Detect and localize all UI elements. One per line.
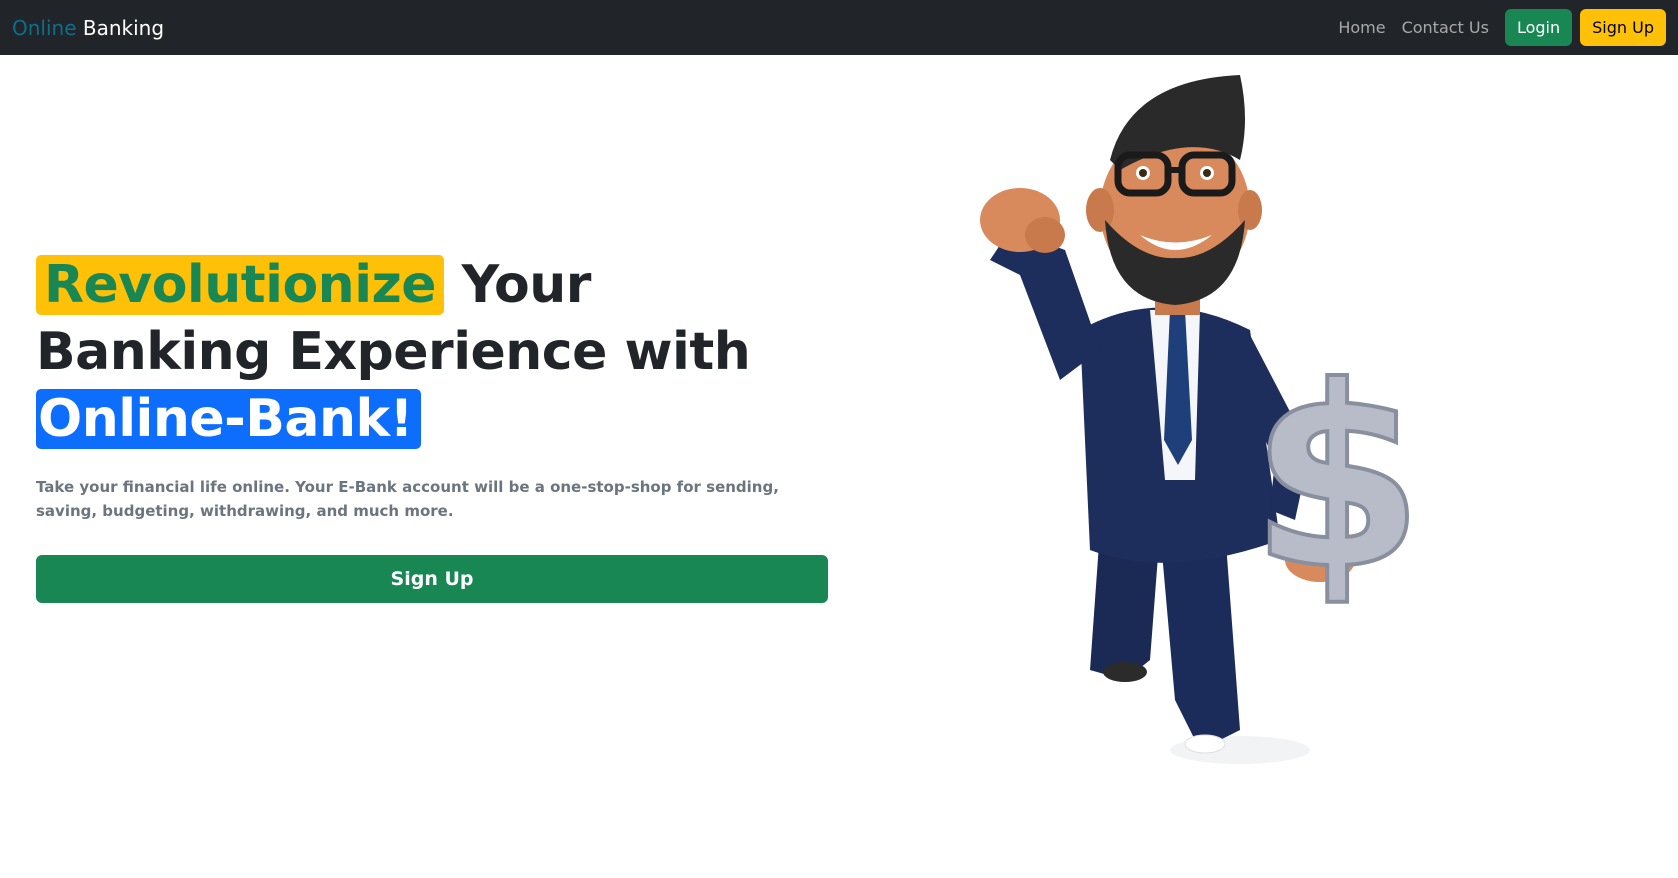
nav-link-home[interactable]: Home	[1338, 18, 1385, 37]
businessman-dollar-illustration: $	[950, 60, 1550, 800]
hero-section: Revolutionize Your Banking Experience wi…	[36, 252, 836, 603]
hero-signup-button[interactable]: Sign Up	[36, 555, 828, 603]
dollar-sign-shape: $	[1250, 333, 1424, 624]
headline-highlight-revolutionize: Revolutionize	[36, 255, 445, 315]
headline-highlight-online-bank: Online-Bank!	[36, 389, 421, 449]
hero-lead-text: Take your financial life online. Your E-…	[36, 478, 779, 520]
brand-logo[interactable]: Online Banking	[12, 16, 164, 40]
nav-link-contact[interactable]: Contact Us	[1402, 18, 1489, 37]
nav-right: Home Contact Us Login Sign Up	[1338, 9, 1666, 46]
nav-signup-button[interactable]: Sign Up	[1580, 9, 1666, 46]
illustration-svg: $	[980, 75, 1426, 764]
login-button[interactable]: Login	[1504, 9, 1573, 46]
hero-headline: Revolutionize Your Banking Experience wi…	[36, 252, 836, 453]
brand-banking: Banking	[82, 15, 165, 40]
brand-online: Online	[12, 15, 77, 40]
top-navbar: Online Banking Home Contact Us Login Sig…	[0, 0, 1678, 55]
